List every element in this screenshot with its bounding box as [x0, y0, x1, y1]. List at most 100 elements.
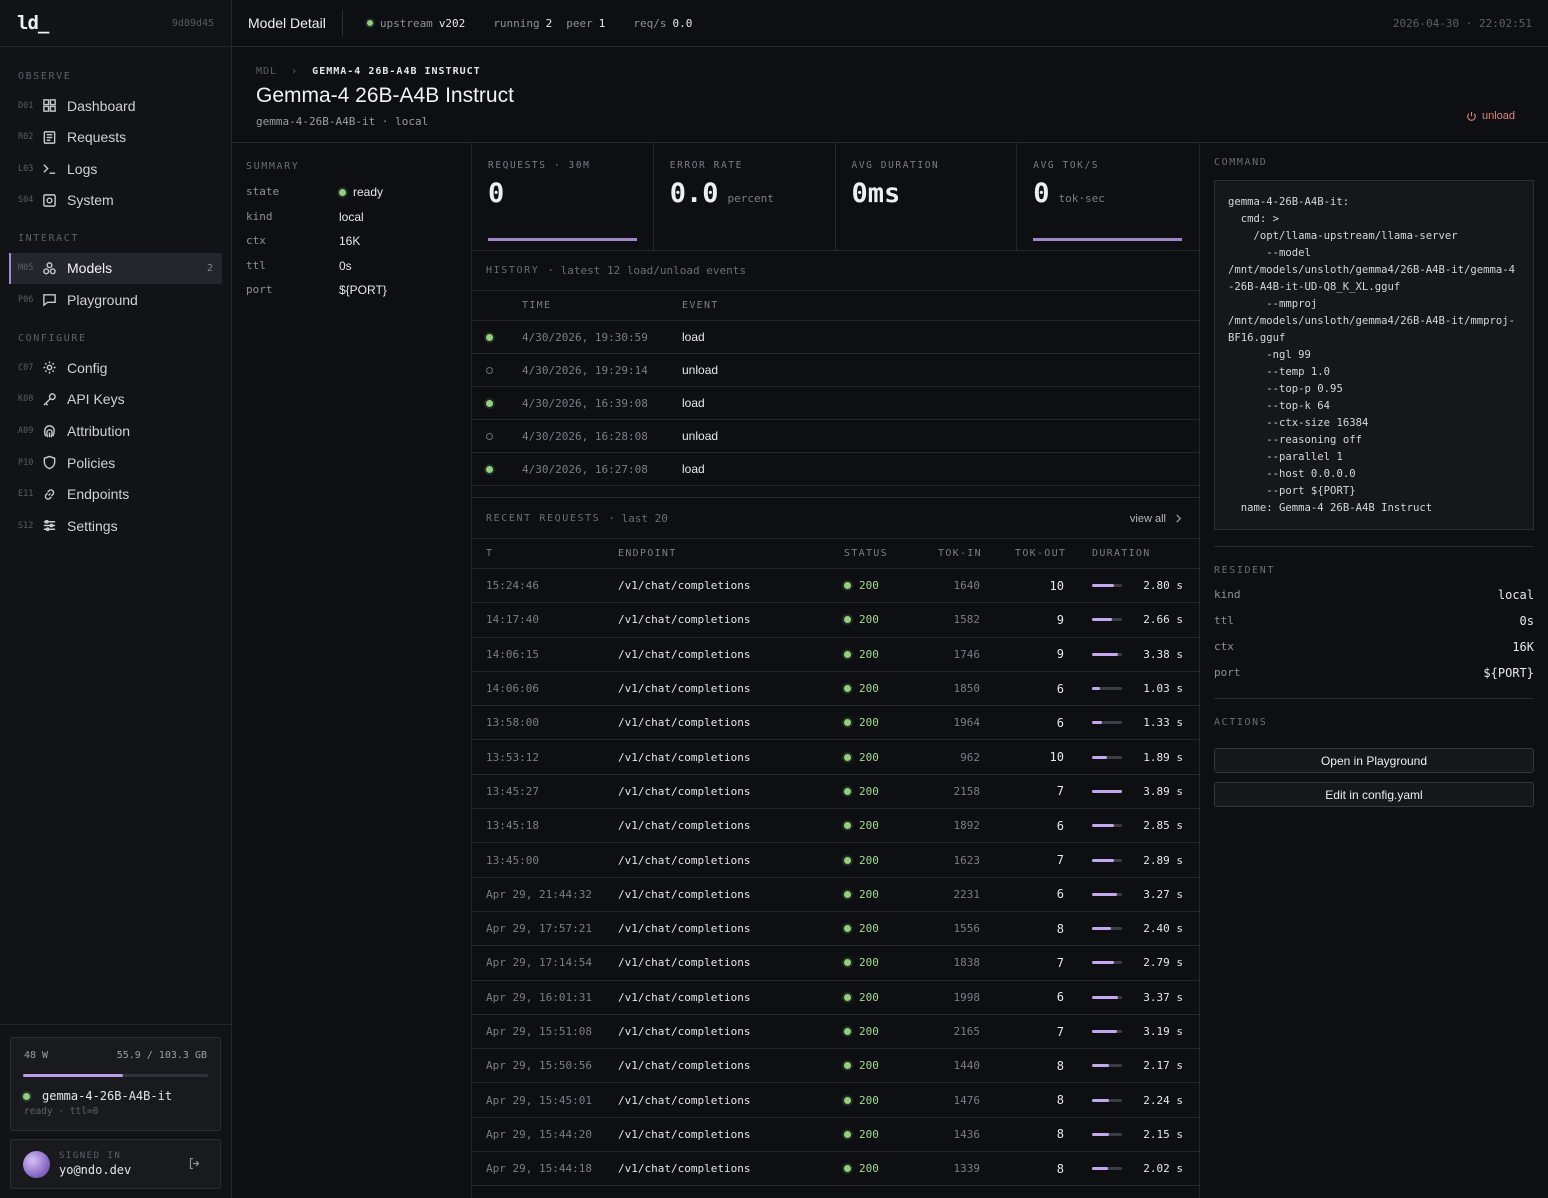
history-title: HISTORY	[486, 265, 540, 276]
request-endpoint: /v1/chat/completions	[618, 1025, 751, 1038]
table-row[interactable]: Apr 29, 15:45:01/v1/chat/completions 200 1…	[472, 1083, 1199, 1118]
table-row[interactable]: Apr 29, 17:57:21/v1/chat/completions 200 1…	[472, 912, 1199, 947]
command-title: COMMAND	[1214, 157, 1268, 168]
sidebar-item-endpoints[interactable]: E11 Endpoints	[9, 479, 222, 510]
requests-header: RECENT REQUESTS · last 20 view all	[472, 499, 1199, 539]
gear-icon	[41, 360, 57, 376]
tok-in: 1440	[953, 1059, 981, 1073]
request-time: Apr 29, 17:57:21	[486, 922, 592, 936]
models-icon	[41, 260, 57, 276]
table-row[interactable]: 13:45:00/v1/chat/completions 200 1623 7 2.89…	[472, 843, 1199, 878]
duration: 2.79 s	[1143, 956, 1183, 970]
breadcrumb-root[interactable]: MDL	[256, 66, 277, 77]
upstream-status: upstream v202	[366, 17, 465, 30]
recent-requests-panel: RECENT REQUESTS · last 20 view all T END…	[472, 499, 1199, 1198]
request-endpoint: /v1/chat/completions	[618, 750, 751, 764]
table-row[interactable]: 14:06:15/v1/chat/completions 200 1746 9 3.38…	[472, 638, 1199, 672]
stat-number: 0ms	[851, 178, 901, 209]
tok-out: 8	[1056, 1058, 1064, 1073]
stat-value: 0 tok·sec	[1033, 178, 1105, 209]
requests-icon	[41, 129, 57, 145]
table-row[interactable]: Apr 29, 15:51:08/v1/chat/completions 200 2…	[472, 1015, 1199, 1050]
history-event: load	[682, 396, 705, 410]
status-code: 200	[859, 1093, 879, 1107]
sidebar-item-models[interactable]: M05 Models 2	[9, 252, 222, 284]
resident-value: 16K	[1512, 640, 1534, 654]
duration-bar	[1092, 652, 1122, 656]
duration-bar-fill	[1092, 687, 1100, 691]
sidebar-item-system[interactable]: S04 System	[9, 185, 222, 216]
sidebar-item-playground[interactable]: P06 Playground	[9, 284, 222, 315]
table-row[interactable]: Apr 29, 16:01:31/v1/chat/completions 200 1…	[472, 981, 1199, 1015]
table-row[interactable]: 13:53:12/v1/chat/completions 200 962 10 1.89…	[472, 740, 1199, 775]
link-icon	[41, 486, 57, 502]
history-marker	[472, 366, 522, 374]
sidebar-item-requests[interactable]: R02 Requests	[9, 122, 222, 153]
summary-title: SUMMARY	[246, 161, 300, 172]
summary-value-text: 0s	[339, 258, 352, 273]
table-row[interactable]: 15:24:46/v1/chat/completions 200 1640 10 2.8…	[472, 569, 1199, 604]
open-playground-button[interactable]: Open in Playground	[1214, 748, 1534, 773]
table-row[interactable]: 13:58:00/v1/chat/completions 200 1964 6 1.33…	[472, 706, 1199, 741]
loaded-model-name[interactable]: gemma-4-26B-A4B-it	[42, 1089, 172, 1103]
brand: ld_ 9d89d45	[0, 0, 231, 47]
stat-unit: percent	[727, 192, 774, 205]
request-endpoint: /v1/chat/completions	[618, 716, 751, 730]
model-header: MDL › GEMMA-4 26B-A4B INSTRUCT Gemma-4 2…	[232, 47, 1548, 143]
sidebar-item-config[interactable]: C07 Config	[9, 352, 222, 383]
duration-bar-fill	[1092, 652, 1119, 656]
sidebar-item-attribution[interactable]: A09 Attribution	[9, 416, 222, 447]
clock: 2026-04-30 · 22:02:51	[1392, 16, 1532, 30]
resident-title: RESIDENT	[1214, 565, 1275, 576]
table-row[interactable]: Apr 29, 15:50:56/v1/chat/completions 200 1…	[472, 1049, 1199, 1084]
history-event: unload	[682, 429, 719, 443]
logout-icon[interactable]	[188, 1157, 201, 1173]
col-tok-out: TOK-OUT	[1015, 548, 1067, 559]
request-endpoint: /v1/chat/completions	[618, 1162, 751, 1176]
request-time: Apr 29, 16:01:31	[486, 990, 592, 1004]
tok-out: 9	[1056, 647, 1064, 662]
table-row[interactable]: 14:17:40/v1/chat/completions 200 1582 9 2.66…	[472, 603, 1199, 638]
status-code: 200	[859, 1127, 879, 1141]
nav-label: Dashboard	[67, 97, 136, 114]
nav-section-title: INTERACT	[18, 233, 79, 245]
request-endpoint: /v1/chat/completions	[618, 579, 751, 593]
nav-section-title: CONFIGURE	[18, 332, 87, 344]
table-row[interactable]: Apr 29, 15:44:18/v1/chat/completions 200 1…	[472, 1152, 1199, 1187]
table-row[interactable]: 13:45:18/v1/chat/completions 200 1892 6 2.85…	[472, 809, 1199, 844]
logo[interactable]: ld_	[17, 12, 49, 34]
status-code: 200	[859, 784, 879, 798]
tok-in: 1476	[953, 1093, 981, 1107]
table-row[interactable]: Apr 29, 21:44:32/v1/chat/completions 200 2…	[472, 878, 1199, 912]
summary-key: state	[246, 185, 280, 198]
history-time: 4/30/2026, 19:29:14	[522, 363, 648, 377]
stat-value: 0ms	[852, 178, 901, 209]
request-time: Apr 29, 21:44:32	[486, 887, 592, 901]
table-row[interactable]: Apr 29, 17:14:54/v1/chat/completions 200 1…	[472, 946, 1199, 981]
history-event: load	[682, 330, 705, 344]
history-header: HISTORY · latest 12 load/unload events	[472, 251, 1199, 291]
history-time: 4/30/2026, 16:27:08	[522, 462, 648, 476]
history-event: unload	[682, 363, 719, 377]
table-row[interactable]: 13:45:27/v1/chat/completions 200 2158 7 3.89…	[472, 775, 1199, 810]
edit-config-button[interactable]: Edit in config.yaml	[1214, 782, 1534, 807]
request-status: 200	[844, 716, 879, 729]
sidebar-item-settings[interactable]: S12 Settings	[9, 510, 222, 541]
unload-button[interactable]: unload	[1466, 110, 1515, 122]
sidebar-item-dashboard[interactable]: D01 Dashboard	[9, 90, 222, 121]
running-count: 2	[545, 16, 553, 30]
terminal-icon	[41, 161, 57, 177]
tok-in: 1998	[953, 990, 981, 1004]
requests-title: RECENT REQUESTS	[486, 513, 601, 524]
table-row[interactable]: 14:06:06/v1/chat/completions 200 1850 6 1.03…	[472, 672, 1199, 707]
sidebar-item-api-keys[interactable]: K08 API Keys	[9, 384, 222, 415]
duration-bar	[1092, 1167, 1122, 1171]
sidebar-item-policies[interactable]: P10 Policies	[9, 447, 222, 478]
table-row[interactable]: Apr 29, 15:44:20/v1/chat/completions 200 1…	[472, 1118, 1199, 1153]
request-time: 13:45:00	[486, 853, 539, 867]
load-dot	[486, 465, 493, 473]
view-all-link[interactable]: view all	[1130, 513, 1183, 525]
status-code: 200	[859, 853, 879, 867]
sidebar-item-logs[interactable]: L03 Logs	[9, 153, 222, 184]
tok-in: 1964	[953, 716, 981, 730]
